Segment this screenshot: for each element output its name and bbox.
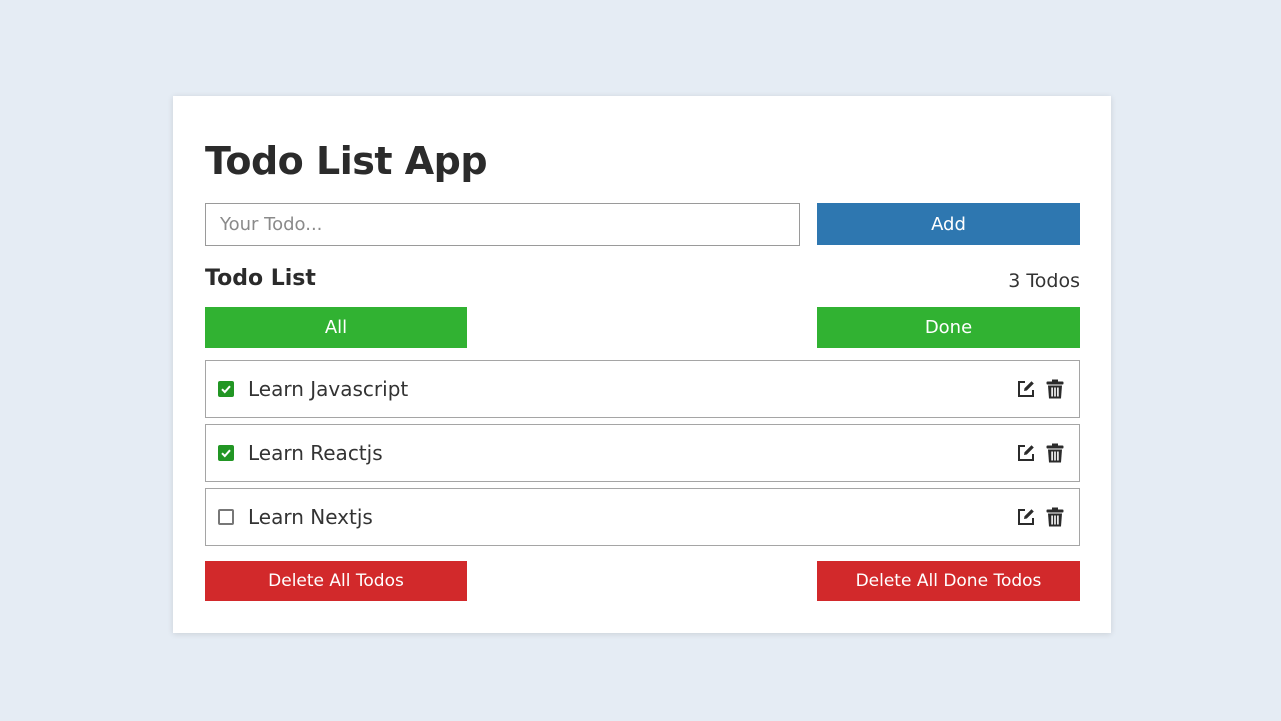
checkbox-checked-icon[interactable] [218, 445, 234, 461]
page-title: Todo List App [205, 139, 488, 183]
todo-item-actions [1015, 379, 1065, 400]
filter-all-button[interactable]: All [205, 307, 467, 348]
todo-input[interactable] [205, 203, 800, 246]
edit-icon[interactable] [1015, 507, 1036, 528]
add-button[interactable]: Add [817, 203, 1080, 245]
todo-item-text: Learn Reactjs [248, 441, 383, 465]
edit-icon[interactable] [1015, 379, 1036, 400]
todo-item-actions [1015, 443, 1065, 464]
delete-all-button[interactable]: Delete All Todos [205, 561, 467, 601]
trash-icon[interactable] [1044, 443, 1065, 464]
todo-item-text: Learn Javascript [248, 377, 409, 401]
todo-item: Learn Nextjs [205, 488, 1080, 546]
delete-done-button[interactable]: Delete All Done Todos [817, 561, 1080, 601]
todo-item: Learn Reactjs [205, 424, 1080, 482]
todo-card: Todo List App Add Todo List 3 Todos All … [173, 96, 1111, 633]
todo-list-heading: Todo List [205, 266, 316, 291]
todo-item-text: Learn Nextjs [248, 505, 373, 529]
todo-list: Learn Javascript Learn Reactjs Learn Nex… [205, 360, 1080, 552]
filter-done-button[interactable]: Done [817, 307, 1080, 348]
todo-item: Learn Javascript [205, 360, 1080, 418]
checkbox-unchecked-icon[interactable] [218, 509, 234, 525]
trash-icon[interactable] [1044, 379, 1065, 400]
todo-item-actions [1015, 507, 1065, 528]
checkbox-checked-icon[interactable] [218, 381, 234, 397]
edit-icon[interactable] [1015, 443, 1036, 464]
todo-count: 3 Todos [1008, 270, 1080, 292]
trash-icon[interactable] [1044, 507, 1065, 528]
